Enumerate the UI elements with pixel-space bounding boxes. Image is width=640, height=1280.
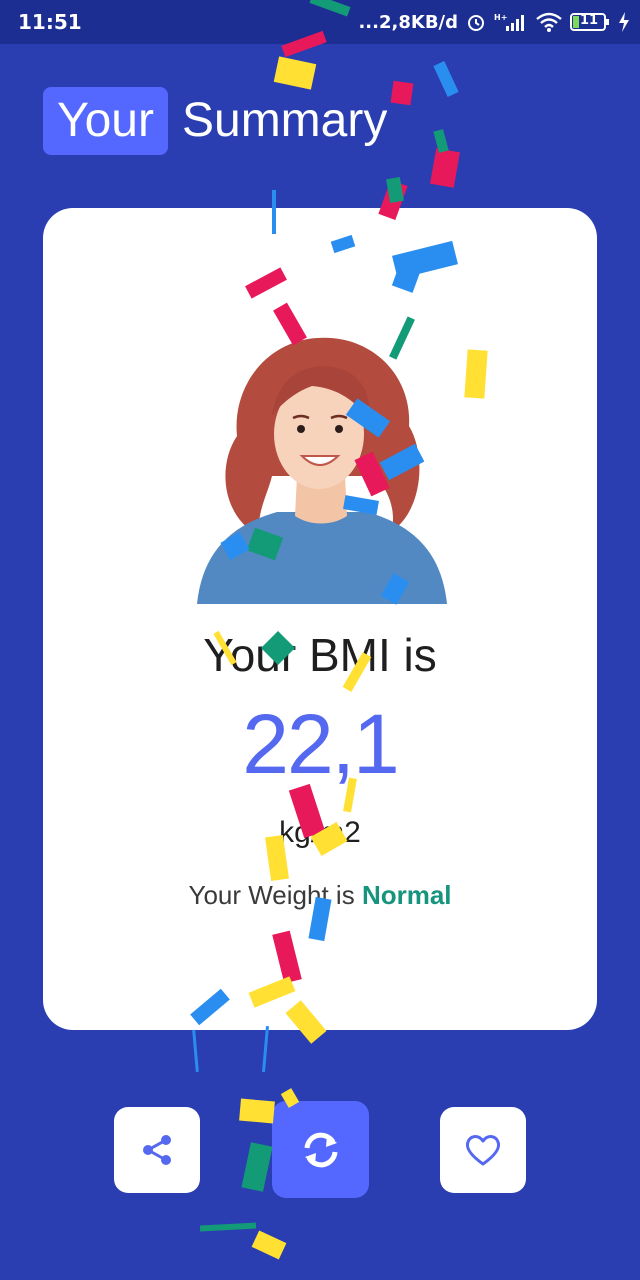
svg-text:H+: H+ [494, 13, 507, 22]
confetti-piece [192, 1029, 199, 1073]
bmi-heading: Your BMI is [203, 629, 437, 681]
recalculate-button[interactable] [272, 1101, 369, 1198]
confetti-piece [390, 80, 414, 106]
weight-category: Normal [361, 880, 452, 910]
bmi-value: 22,1 [242, 697, 400, 791]
title-highlight: Your [43, 87, 168, 155]
share-icon [143, 1135, 171, 1165]
network-speed: ...2,8KB/d [358, 11, 458, 33]
status-time: 11:51 [18, 10, 82, 34]
confetti-piece [261, 1026, 269, 1073]
confetti-piece [241, 1142, 273, 1192]
title-rest: Summary [181, 94, 388, 147]
heart-icon [465, 1135, 501, 1166]
confetti-piece [251, 1230, 287, 1260]
status-bar: 11:51 ...2,8KB/d H+ 11 [0, 0, 640, 44]
bmi-unit: kg/m2 [279, 816, 361, 849]
weight-status-prefix: Your Weight is [188, 880, 355, 910]
confetti-piece [433, 129, 449, 153]
confetti-piece [239, 1098, 275, 1124]
favorite-button[interactable] [440, 1107, 526, 1193]
battery-icon: 11 [570, 12, 610, 32]
result-card: Your BMI is 22,1 kg/m2 Your Weight is No… [43, 208, 597, 1030]
wifi-icon [536, 12, 562, 32]
charging-icon [618, 12, 630, 32]
status-icons: ...2,8KB/d H+ 11 [358, 8, 630, 36]
confetti-piece [433, 61, 459, 97]
signal-icon: H+ [494, 12, 528, 32]
share-button[interactable] [114, 1107, 200, 1193]
weight-status: Your Weight is Normal [43, 880, 597, 911]
avatar-illustration [197, 337, 447, 604]
page-title: Your Summary [43, 86, 387, 156]
alarm-icon [466, 12, 486, 32]
battery-level: 11 [580, 13, 599, 28]
confetti-piece [273, 56, 317, 90]
confetti-piece [199, 1222, 257, 1232]
refresh-icon [304, 1132, 337, 1167]
confetti-piece [386, 176, 404, 204]
confetti-piece [430, 148, 460, 188]
